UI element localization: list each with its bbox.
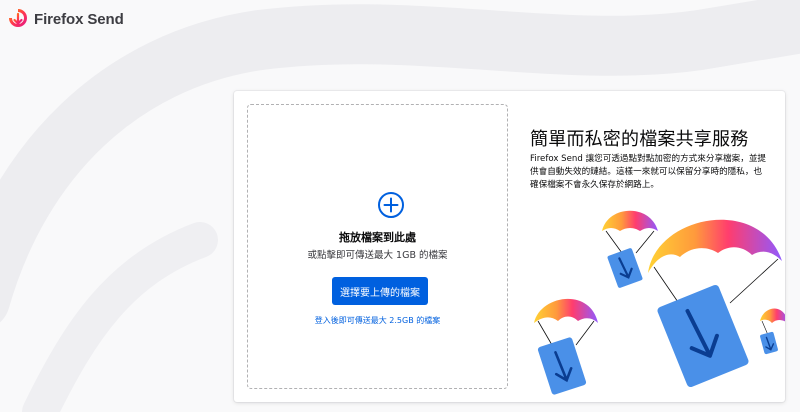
brand-name[interactable]: Firefox Send bbox=[34, 11, 124, 28]
signin-link[interactable]: 登入後即可傳送最大 2.5GB 的檔案 bbox=[248, 315, 507, 326]
intro-description: Firefox Send 讓您可透過點對點加密的方式來分享檔案，並提供會自動失效… bbox=[530, 154, 767, 190]
plus-circle-icon[interactable] bbox=[377, 191, 405, 219]
firefox-send-logo-icon[interactable] bbox=[8, 8, 28, 30]
parachute-large bbox=[648, 219, 782, 388]
parachute-tiny bbox=[760, 308, 785, 355]
upload-dropzone[interactable]: 拖放檔案到此處 或點擊即可傳送最大 1GB 的檔案 選擇要上傳的檔案 登入後即可… bbox=[247, 104, 508, 389]
dropzone-title: 拖放檔案到此處 bbox=[339, 231, 416, 244]
parachute-small-bottom bbox=[534, 298, 598, 395]
app-header: Firefox Send bbox=[8, 6, 124, 32]
main-card: 拖放檔案到此處 或點擊即可傳送最大 1GB 的檔案 選擇要上傳的檔案 登入後即可… bbox=[234, 91, 785, 402]
parachute-files-illustration bbox=[534, 210, 785, 395]
select-files-button[interactable]: 選擇要上傳的檔案 bbox=[332, 277, 428, 305]
dropzone-subtitle: 或點擊即可傳送最大 1GB 的檔案 bbox=[307, 250, 448, 261]
intro-title: 簡單而私密的檔案共享服務 bbox=[530, 129, 749, 150]
parachute-small-top bbox=[602, 210, 658, 288]
